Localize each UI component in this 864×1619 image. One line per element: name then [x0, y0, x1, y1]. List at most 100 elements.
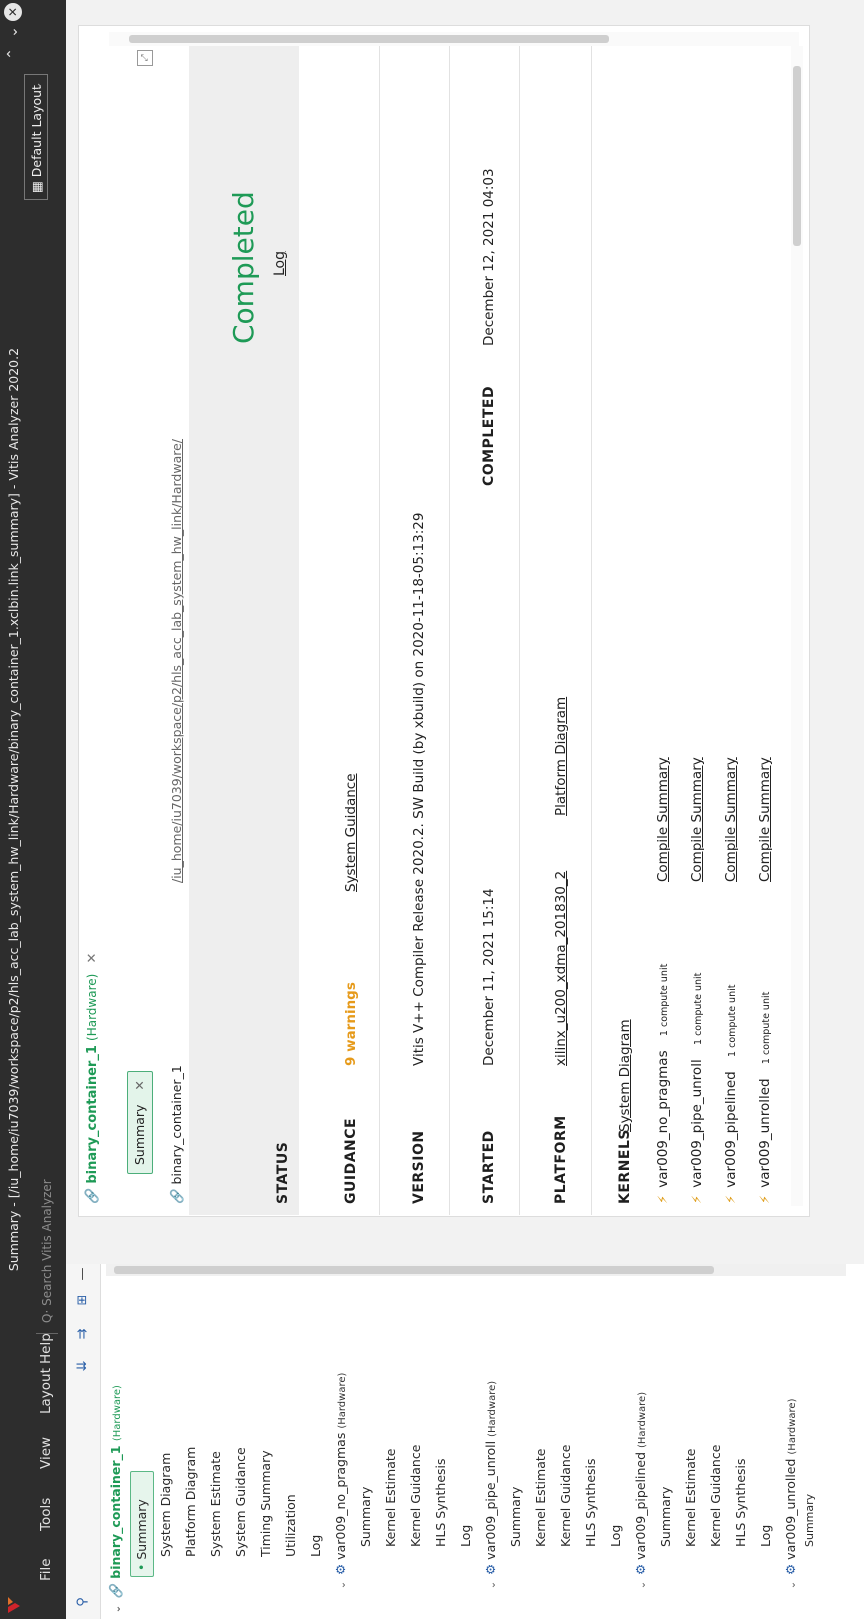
tree-item-system-diagram[interactable]: System Diagram [154, 1453, 178, 1557]
tree-item-summary[interactable]: Summary [798, 1494, 822, 1547]
status-log-link[interactable]: Log [272, 251, 288, 276]
tree-item-hls-synthesis[interactable]: HLS Synthesis [579, 1458, 603, 1547]
close-window-button[interactable]: ✕ [4, 3, 22, 21]
tree-item-hls-synthesis[interactable]: HLS Synthesis [429, 1458, 453, 1547]
tree-item-log[interactable]: Log [604, 1525, 628, 1547]
status-completed: Completed [227, 191, 260, 344]
chevron-down-icon[interactable]: ⌄ [106, 1603, 130, 1615]
tree-item-system-guidance[interactable]: System Guidance [229, 1447, 253, 1557]
tree-item-system-estimate[interactable]: System Estimate [204, 1451, 228, 1557]
compile-summary-link[interactable]: Compile Summary [723, 757, 739, 882]
tree-kernel-var009-pipelined[interactable]: ⌄ ⚙ var009_pipelined (Hardware) [629, 1392, 653, 1615]
layout-grid-icon: ▦ [29, 181, 44, 193]
tree-root-binary-container[interactable]: ⌄ 🔗 binary_container_1 (Hardware) [104, 1385, 128, 1615]
completed-label: COMPLETED [481, 385, 497, 486]
platform-diagram-link[interactable]: Platform Diagram [553, 697, 569, 816]
tree-item-log[interactable]: Log [454, 1525, 478, 1547]
completed-value: December 12, 2021 04:03 [481, 168, 497, 346]
chevron-down-icon[interactable]: ⌄ [481, 1579, 505, 1591]
summary-filter-chip[interactable]: Summary ✕ [127, 1071, 153, 1174]
guidance-warnings[interactable]: 9 warnings [343, 982, 359, 1066]
kernel-lightning-icon: ⚡ [690, 1194, 705, 1204]
tree-kernel-var009-no-pragmas[interactable]: ⌄ ⚙ var009_no_pragmas (Hardware) [329, 1373, 353, 1615]
tree-item-platform-diagram[interactable]: Platform Diagram [179, 1447, 203, 1557]
tree-item-kernel-estimate[interactable]: Kernel Estimate [529, 1449, 553, 1547]
divider [591, 32, 592, 1215]
kernel-name: var009_unrolled [757, 1078, 773, 1188]
collapse-icon[interactable]: ⌃ [4, 45, 22, 63]
tree-kernel-var009-pipe-unroll[interactable]: ⌄ ⚙ var009_pipe_unroll (Hardware) [479, 1381, 503, 1615]
tree-item-summary[interactable]: • Summary [130, 1499, 154, 1571]
tab-tag: (Hardware) [85, 973, 99, 1041]
minimize-panel-icon[interactable]: — [74, 1265, 92, 1283]
tree-item-summary[interactable]: Summary [354, 1487, 378, 1547]
collapse-all-icon[interactable]: ⇉ [74, 1325, 92, 1343]
report-tree: ⌄ 🔗 binary_container_1 (Hardware) • Summ… [104, 1279, 844, 1619]
compile-summary-link[interactable]: Compile Summary [689, 757, 705, 882]
tree-item-timing-summary[interactable]: Timing Summary [254, 1450, 278, 1557]
document-scrollbar[interactable] [109, 32, 799, 46]
kernel-name: var009_pipelined [633, 1451, 648, 1560]
menu-view[interactable]: View [38, 1437, 54, 1469]
platform-label: PLATFORM [553, 1115, 569, 1204]
maximize-icon[interactable]: ⤢ [137, 50, 153, 66]
title-bar: Summary - [/iu_home/iu7039/workspace/p2/… [0, 0, 28, 1619]
system-guidance-link[interactable]: System Guidance [343, 773, 359, 892]
report-path-link[interactable]: /iu_home/iu7039/workspace/p2/hls_acc_lab… [169, 96, 184, 883]
menu-layout[interactable]: Layout [38, 1368, 54, 1414]
tree-vertical-scrollbar[interactable] [106, 1264, 846, 1276]
kernel-name: var009_pipe_unroll [483, 1440, 498, 1560]
tree-item-log[interactable]: Log [304, 1535, 328, 1557]
status-label: STATUS [275, 1141, 291, 1204]
kernel-tag: (Hardware) [337, 1372, 348, 1429]
kernel-lightning-icon: ⚡ [656, 1194, 671, 1204]
menu-file[interactable]: File [38, 1558, 54, 1581]
chevron-down-icon[interactable]: ⌄ [631, 1579, 655, 1591]
hierarchy-icon[interactable]: ⊞ [74, 1291, 92, 1309]
search-input[interactable]: Q· Search Vitis Analyzer [36, 1093, 58, 1323]
close-icon[interactable]: ✕ [132, 1080, 147, 1090]
system-diagram-link[interactable]: System Diagram [617, 1019, 633, 1132]
chevron-down-icon[interactable]: ⌄ [781, 1579, 805, 1591]
default-layout-dropdown[interactable]: ▦ Default Layout ⌄ [24, 74, 48, 200]
close-tab-icon[interactable]: ✕ [85, 953, 100, 964]
tree-item-kernel-guidance[interactable]: Kernel Guidance [554, 1445, 578, 1547]
tree-item-kernel-estimate[interactable]: Kernel Estimate [379, 1449, 403, 1547]
default-layout-label: Default Layout [29, 85, 44, 178]
summary-panel: 🔗 binary_container_1 (Hardware) ✕ ⤢ Summ… [66, 0, 864, 1264]
tree-item-label: Summary [134, 1499, 149, 1560]
divider [519, 32, 520, 1215]
chevron-down-icon[interactable]: ⌄ [331, 1579, 355, 1591]
document-vertical-scrollbar[interactable] [791, 46, 803, 1206]
kernel-gear-icon: ⚙ [333, 1563, 348, 1576]
platform-value-link[interactable]: xilinx_u200_xdma_201830_2 [553, 871, 569, 1066]
kernel-row: ⚡ var009_no_pragmas 1 compute unit [655, 964, 671, 1204]
window-title: Summary - [/iu_home/iu7039/workspace/p2/… [6, 347, 21, 1272]
tree-item-kernel-guidance[interactable]: Kernel Guidance [404, 1445, 428, 1547]
compute-unit-count: 1 compute unit [761, 991, 772, 1065]
tree-item-utilization[interactable]: Utilization [279, 1494, 303, 1557]
kernel-gear-icon: ⚙ [483, 1563, 498, 1576]
document-scrollbar-thumb[interactable] [129, 35, 609, 43]
tree-scrollbar-thumb[interactable] [114, 1266, 714, 1274]
menu-help[interactable]: Help [38, 1333, 54, 1364]
tab-binary-container-summary[interactable]: 🔗 binary_container_1 (Hardware) ✕ [85, 953, 100, 1204]
document-vertical-thumb[interactable] [793, 66, 801, 246]
version-label: VERSION [411, 1130, 427, 1204]
expand-all-icon[interactable]: ⇊ [74, 1357, 92, 1375]
compile-summary-link[interactable]: Compile Summary [655, 757, 671, 882]
expand-icon[interactable]: ⌄ [4, 23, 22, 41]
tree-item-hls-synthesis[interactable]: HLS Synthesis [729, 1458, 753, 1547]
kernel-name: var009_no_pragmas [655, 1050, 671, 1188]
compile-summary-link[interactable]: Compile Summary [757, 757, 773, 882]
tree-item-summary[interactable]: Summary [504, 1487, 528, 1547]
menu-tools[interactable]: Tools [38, 1498, 54, 1531]
tree-item-log[interactable]: Log [754, 1525, 778, 1547]
tree-item-kernel-guidance[interactable]: Kernel Guidance [704, 1445, 728, 1547]
tree-item-kernel-estimate[interactable]: Kernel Estimate [679, 1449, 703, 1547]
search-tree-icon[interactable]: ⚲ [74, 1593, 92, 1611]
search-placeholder: Search Vitis Analyzer [40, 1179, 54, 1306]
guidance-label: GUIDANCE [343, 1117, 359, 1204]
menu-separator [36, 1333, 58, 1334]
tree-item-summary[interactable]: Summary [654, 1487, 678, 1547]
